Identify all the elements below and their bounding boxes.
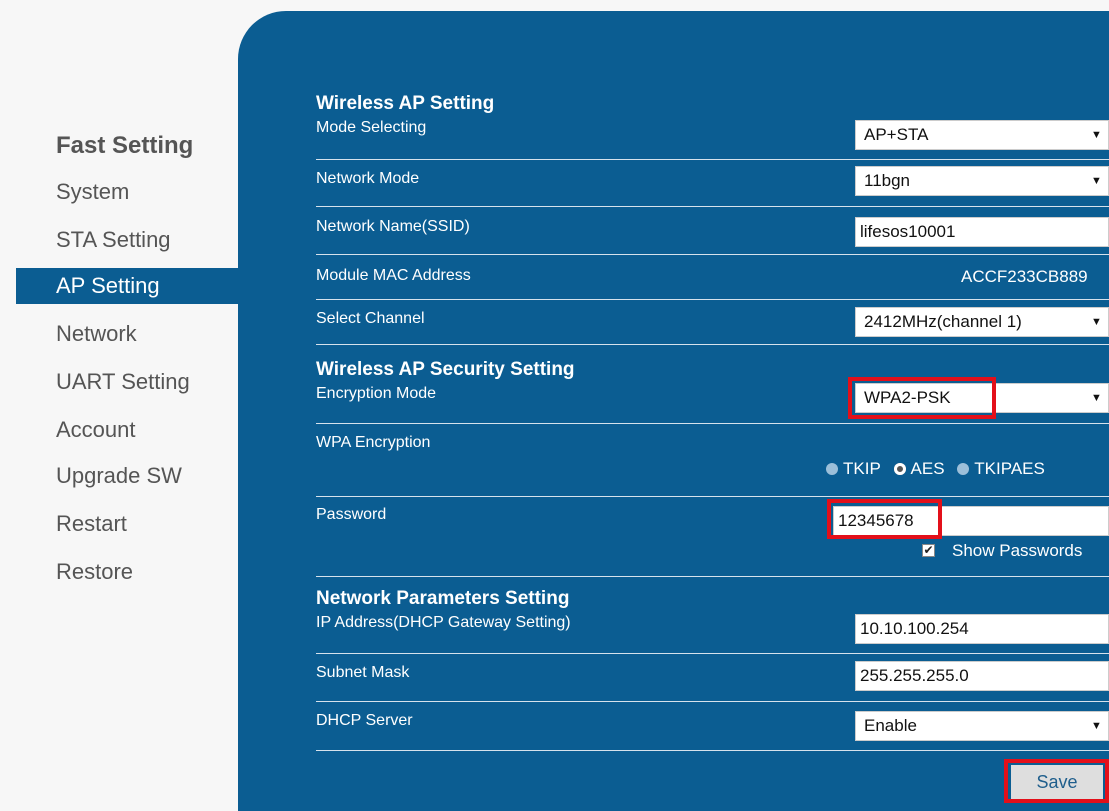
sidebar-item-uart-setting[interactable]: UART Setting — [56, 364, 190, 400]
ap-section-title: Wireless AP Setting — [316, 93, 495, 114]
sidebar-heading[interactable]: Fast Setting — [56, 132, 193, 160]
show-passwords-label: Show Passwords — [952, 541, 1083, 560]
divider — [316, 254, 1109, 255]
wpa-radio-group: TKIP AES TKIPAES — [826, 459, 1053, 479]
divider — [316, 159, 1109, 160]
chevron-down-icon: ▼ — [1091, 175, 1102, 187]
mac-address-value: ACCF233CB889 — [961, 267, 1088, 286]
divider — [316, 576, 1109, 577]
sidebar-item-account[interactable]: Account — [56, 412, 136, 448]
encryption-mode-select[interactable]: WPA2-PSK ▼ — [855, 383, 1109, 413]
channel-select[interactable]: 2412MHz(channel 1) ▼ — [855, 307, 1109, 337]
sidebar-item-system[interactable]: System — [56, 174, 129, 210]
chevron-down-icon: ▼ — [1091, 316, 1102, 328]
sidebar-item-network[interactable]: Network — [56, 316, 137, 352]
sidebar-item-ap-setting[interactable]: AP Setting — [16, 268, 238, 304]
divider — [316, 206, 1109, 207]
sidebar-item-upgrade-sw[interactable]: Upgrade SW — [56, 458, 182, 494]
dhcp-server-value: Enable — [864, 716, 917, 735]
radio-tkip-label: TKIP — [843, 459, 881, 478]
network-mode-value: 11bgn — [864, 171, 911, 190]
sidebar-item-restart[interactable]: Restart — [56, 506, 127, 542]
show-passwords-checkbox[interactable]: ✔ — [922, 544, 935, 557]
divider — [316, 299, 1109, 300]
divider — [316, 496, 1109, 497]
mode-select[interactable]: AP+STA ▼ — [855, 120, 1109, 150]
chevron-down-icon: ▼ — [1091, 392, 1102, 404]
mode-selecting-label: Mode Selecting — [316, 119, 427, 136]
ssid-label: Network Name(SSID) — [316, 218, 470, 235]
divider — [316, 750, 1109, 751]
dhcp-server-select[interactable]: Enable ▼ — [855, 711, 1109, 741]
channel-value: 2412MHz(channel 1) — [864, 312, 1022, 331]
encryption-mode-label: Encryption Mode — [316, 385, 437, 402]
wpa-encryption-label: WPA Encryption — [316, 434, 431, 451]
mode-select-value: AP+STA — [864, 125, 929, 144]
radio-tkipaes[interactable] — [957, 463, 970, 475]
ip-address-input[interactable] — [855, 614, 1109, 644]
radio-tkipaes-label: TKIPAES — [974, 459, 1045, 478]
mac-address-label: Module MAC Address — [316, 267, 471, 284]
select-channel-label: Select Channel — [316, 310, 425, 327]
radio-aes-label: AES — [910, 459, 945, 478]
divider — [316, 344, 1109, 345]
divider — [316, 701, 1109, 702]
save-button[interactable]: Save — [1011, 765, 1103, 799]
dhcp-server-label: DHCP Server — [316, 712, 413, 729]
radio-tkip[interactable] — [826, 463, 838, 475]
chevron-down-icon: ▼ — [1091, 129, 1102, 141]
security-section-title: Wireless AP Security Setting — [316, 359, 575, 380]
subnet-mask-label: Subnet Mask — [316, 664, 410, 681]
network-mode-select[interactable]: 11bgn ▼ — [855, 166, 1109, 196]
network-mode-label: Network Mode — [316, 170, 420, 187]
divider — [316, 423, 1109, 424]
chevron-down-icon: ▼ — [1091, 720, 1102, 732]
encryption-mode-value: WPA2-PSK — [864, 388, 951, 407]
netparams-section-title: Network Parameters Setting — [316, 588, 570, 609]
divider — [316, 653, 1109, 654]
sidebar-item-sta-setting[interactable]: STA Setting — [56, 222, 171, 258]
radio-aes[interactable] — [893, 463, 906, 475]
password-input[interactable] — [833, 506, 1109, 536]
password-label: Password — [316, 506, 387, 523]
ssid-input[interactable] — [855, 217, 1109, 247]
subnet-mask-input[interactable] — [855, 661, 1109, 691]
sidebar-item-restore[interactable]: Restore — [56, 554, 133, 590]
sidebar: Fast Setting System STA Setting AP Setti… — [0, 0, 238, 803]
ip-address-label: IP Address(DHCP Gateway Setting) — [316, 614, 571, 631]
